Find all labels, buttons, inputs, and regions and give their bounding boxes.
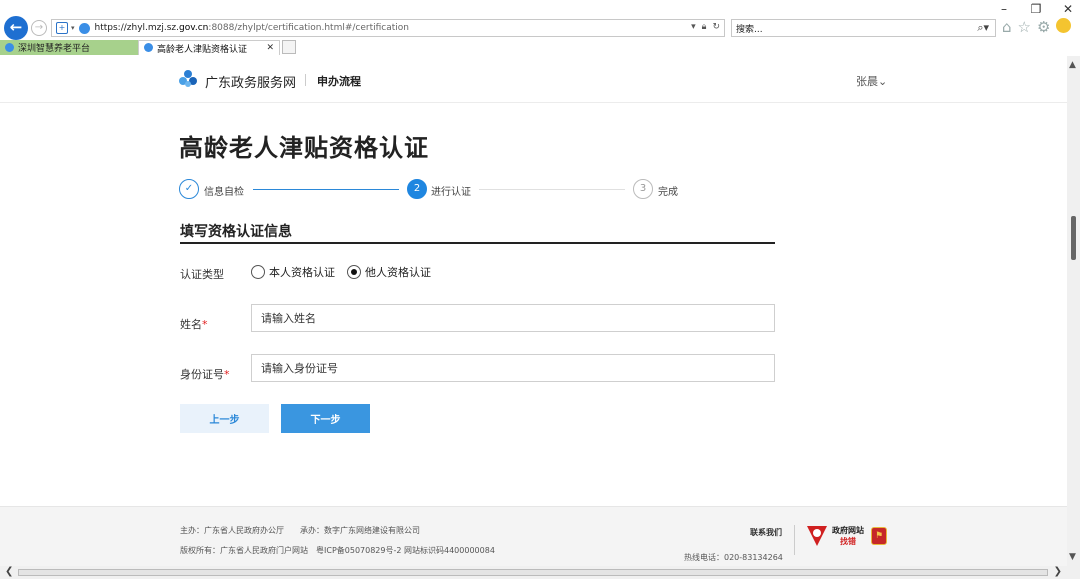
page-favicon-icon <box>78 22 90 34</box>
footer-divider <box>794 525 795 555</box>
close-window-button[interactable]: ✕ <box>1062 2 1074 16</box>
id-number-label: 身份证号* <box>180 366 230 382</box>
footer-host: 主办：广东省人民政府办公厅 承办：数字广东网络建设有限公司 <box>180 526 420 535</box>
lock-icon[interactable]: 🔒︎ <box>702 22 707 32</box>
horizontal-scroll-thumb[interactable] <box>18 569 1048 576</box>
scroll-up-icon[interactable]: ▲ <box>1069 60 1076 70</box>
site-header: 广东政务服务网 申办流程 张晨⌄ <box>0 56 1067 103</box>
name-label: 姓名* <box>180 316 208 332</box>
radio-checked-icon[interactable] <box>347 265 361 279</box>
magnifier-badge-icon <box>807 526 827 546</box>
window-controls: – ❐ ✕ <box>998 2 1074 16</box>
forward-arrow-icon[interactable]: → <box>31 20 47 36</box>
restore-button[interactable]: ❐ <box>1030 2 1042 16</box>
cert-type-label: 认证类型 <box>180 268 224 281</box>
next-step-button[interactable]: 下一步 <box>281 404 370 433</box>
scroll-down-icon[interactable]: ▼ <box>1069 552 1076 562</box>
radio-other-cert[interactable]: 他人资格认证 <box>347 264 431 280</box>
settings-gear-icon[interactable]: ⚙ <box>1037 18 1050 36</box>
new-tab-button[interactable] <box>282 40 296 54</box>
scroll-left-icon[interactable]: ❮ <box>5 566 13 577</box>
footer-hotline: 热线电话：020-83134264 <box>684 553 783 562</box>
radio-other-label: 他人资格认证 <box>365 266 431 279</box>
address-tools: ▾ 🔒︎ ↻ <box>691 22 720 32</box>
section-divider <box>180 242 775 244</box>
required-mark: * <box>202 318 208 331</box>
contact-us-link[interactable]: 联系我们 <box>750 527 782 538</box>
back-arrow-icon[interactable]: ← <box>4 16 28 40</box>
step-3-label: 完成 <box>658 187 678 198</box>
address-dropdown-icon[interactable]: ▾ <box>691 22 696 32</box>
step-connector-1 <box>253 189 399 190</box>
url-text: https://zhyl.mzj.sz.gov.cn:8088/zhylpt/c… <box>94 23 410 33</box>
page-viewport: 广东政务服务网 申办流程 张晨⌄ 高龄老人津贴资格认证 ✓ 信息自检 2 进行认… <box>0 56 1067 566</box>
tab-elderly-platform[interactable]: 深圳智慧养老平台 <box>0 40 138 55</box>
id-label-text: 身份证号 <box>180 368 224 381</box>
guangdong-gov-logo-icon[interactable] <box>178 69 198 89</box>
user-menu[interactable]: 张晨⌄ <box>856 73 887 89</box>
scroll-right-icon[interactable]: ❯ <box>1054 566 1062 577</box>
prev-step-button[interactable]: 上一步 <box>180 404 269 433</box>
radio-self-label: 本人资格认证 <box>269 266 335 279</box>
step-2-indicator: 2 <box>407 179 427 199</box>
favorites-star-icon[interactable]: ☆ <box>1018 18 1031 36</box>
step-1-check-icon: ✓ <box>179 179 199 199</box>
tab-certification[interactable]: 高龄老人津贴资格认证 ✕ <box>138 40 280 55</box>
step-2-label: 进行认证 <box>431 187 471 198</box>
tab-label: 高龄老人津贴资格认证 <box>157 44 248 55</box>
radio-unchecked-icon[interactable] <box>251 265 265 279</box>
radio-self-cert[interactable]: 本人资格认证 <box>251 264 335 280</box>
gov-site-error-report-badge[interactable]: 政府网站 找错 <box>805 523 867 549</box>
vertical-scroll-thumb[interactable] <box>1071 216 1076 260</box>
name-label-text: 姓名 <box>180 318 202 331</box>
site-brand[interactable]: 广东政务服务网 <box>205 72 296 91</box>
search-placeholder: 搜索... <box>736 24 763 35</box>
badge-line-1: 政府网站 <box>832 526 864 535</box>
refresh-icon[interactable]: ↻ <box>712 22 720 32</box>
step-3-indicator: 3 <box>633 179 653 199</box>
home-icon[interactable]: ⌂ <box>1002 18 1012 36</box>
required-mark: * <box>224 368 230 381</box>
id-number-input[interactable] <box>251 354 775 382</box>
nav-process-link[interactable]: 申办流程 <box>317 73 361 89</box>
footer-copyright: 版权所有：广东省人民政府门户网站 粤ICP备05070829号-2 网站标识码4… <box>180 546 495 555</box>
step-connector-2 <box>479 189 625 190</box>
address-bar[interactable]: + ▾ https://zhyl.mzj.sz.gov.cn:8088/zhyl… <box>51 19 725 37</box>
police-emblem-icon[interactable]: ⚑ <box>871 527 887 545</box>
minimize-button[interactable]: – <box>998 2 1010 16</box>
horizontal-scrollbar[interactable]: ❮ ❯ <box>0 566 1080 579</box>
feedback-smiley-icon[interactable] <box>1056 18 1072 33</box>
tab-favicon-icon <box>5 43 14 52</box>
header-divider <box>305 74 306 86</box>
step-1-label: 信息自检 <box>204 187 244 198</box>
section-title: 填写资格认证信息 <box>180 224 292 240</box>
shield-icon: + <box>56 22 68 34</box>
dropdown-caret-icon[interactable]: ▾ <box>71 24 75 32</box>
search-icon[interactable]: ⌕▾ <box>977 21 989 35</box>
site-footer: 主办：广东省人民政府办公厅 承办：数字广东网络建设有限公司 版权所有：广东省人民… <box>0 506 1067 566</box>
tab-label: 深圳智慧养老平台 <box>18 44 91 54</box>
tab-strip: 深圳智慧养老平台 高龄老人津贴资格认证 ✕ <box>0 40 296 55</box>
browser-toolbar: ⌂ ☆ ⚙ <box>1002 18 1072 36</box>
badge-line-2: 找错 <box>840 537 856 546</box>
tab-close-icon[interactable]: ✕ <box>266 43 274 53</box>
vertical-scrollbar[interactable]: ▲ ▼ <box>1067 56 1080 566</box>
browser-chrome: – ❐ ✕ ← → + ▾ https://zhyl.mzj.sz.gov.cn… <box>0 0 1080 56</box>
page-title: 高龄老人津贴资格认证 <box>179 134 429 162</box>
search-input[interactable]: 搜索... ⌕▾ <box>731 19 996 37</box>
tab-favicon-icon <box>144 42 153 52</box>
progress-steps: ✓ 信息自检 2 进行认证 3 完成 <box>179 178 699 200</box>
name-input[interactable] <box>251 304 775 332</box>
